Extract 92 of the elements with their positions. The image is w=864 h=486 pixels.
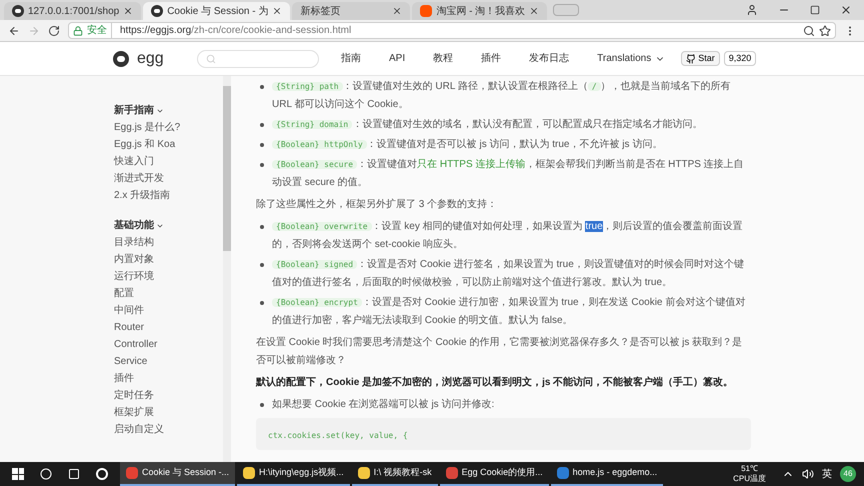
back-icon[interactable] — [8, 24, 20, 36]
star-button[interactable]: Star — [681, 50, 720, 66]
bullet-icon — [260, 143, 264, 147]
paragraph: 除了这些属性之外，框架另外扩展了 3 个参数的支持： — [256, 198, 498, 212]
bullet-icon — [260, 123, 264, 127]
inline-code: {Boolean} httpOnly — [272, 140, 367, 149]
taskbar-app[interactable]: Cookie 与 Session -... — [120, 462, 236, 486]
zoom-icon[interactable] — [803, 24, 815, 36]
sidebar-item[interactable]: Egg.js 是什么? — [114, 119, 223, 136]
inline-code: {Boolean} overwrite — [272, 222, 372, 231]
reload-icon[interactable] — [48, 24, 60, 36]
inline-code: {String} domain — [272, 120, 352, 129]
bullet-icon — [260, 85, 264, 89]
inline-code: {Boolean} signed — [272, 260, 358, 269]
bullet-icon — [260, 163, 264, 167]
sidebar-item[interactable]: Controller — [114, 336, 223, 353]
temperature-label: CPU温度 — [733, 474, 766, 484]
close-icon[interactable] — [392, 6, 402, 16]
browser-tab[interactable]: Cookie 与 Session - 为 — [143, 2, 290, 20]
sidebar-item[interactable]: 渐进式开发 — [114, 170, 223, 187]
lock-icon — [73, 26, 83, 36]
temperature: 51℃ — [741, 464, 758, 474]
nav-link[interactable]: 发布日志 — [529, 51, 570, 66]
sidebar-heading[interactable]: 基础功能 — [114, 217, 223, 234]
sidebar-item[interactable]: 目录结构 — [114, 234, 223, 251]
browser-tab[interactable]: 新标签页 — [292, 2, 410, 20]
list-text: {Boolean} encrypt ：设置是否对 Cookie 进行加密，如果设置为 true，则在发送 Cookie 前会对这个键值对的值进行加密，客户端无法读取到 Cookie 的明文值。默认为 false。 — [272, 296, 746, 328]
close-icon[interactable] — [529, 6, 540, 16]
inline-code: {Boolean} secure — [272, 160, 358, 169]
sidebar-item[interactable]: Service — [114, 353, 223, 370]
close-icon[interactable] — [123, 6, 134, 16]
egg-logo-icon — [113, 50, 129, 66]
sidebar-item[interactable]: 框架扩展 — [114, 404, 223, 421]
nav-link[interactable]: 指南 — [341, 51, 361, 66]
ime-indicator[interactable]: 英 — [822, 466, 832, 482]
sidebar-item[interactable]: 2.x 升级指南 — [114, 187, 223, 204]
inline-code: {String} path — [272, 82, 343, 91]
bullet-icon — [260, 403, 264, 407]
list-text: {Boolean} signed ：设置是否对 Cookie 进行签名，如果设置为 true，则设置键值对的时候会同时对这个键值对的值进行签名，后面取的时候做校验，可以防止前端对这个值进行篡改。默认为 true。 — [272, 258, 745, 290]
translations-menu[interactable]: Translations — [597, 51, 666, 66]
inline-code: {Boolean} encrypt — [272, 298, 362, 307]
egg-logo-icon — [151, 5, 164, 17]
close-icon[interactable] — [840, 4, 852, 16]
taskbar-app[interactable]: home.js - eggdemo... — [550, 462, 664, 486]
browser-tab[interactable]: 127.0.0.1:7001/shop — [4, 2, 142, 20]
volume-icon[interactable] — [802, 468, 814, 480]
list-text: {Boolean} secure ：设置键值对只在 HTTPS 连接上传输，框架会帮我们判断当前是否在 HTTPS 连接上自动设置 secure 的值。 — [272, 158, 745, 190]
task-view-icon[interactable] — [68, 468, 80, 480]
close-icon[interactable] — [272, 6, 282, 16]
nav-link[interactable]: 教程 — [433, 51, 454, 66]
search-field[interactable] — [197, 50, 319, 68]
sidebar-item[interactable]: 运行环境 — [114, 268, 223, 285]
egg-logo-icon — [12, 5, 24, 17]
maximize-icon[interactable] — [810, 5, 820, 15]
sidebar-item[interactable]: 内置对象 — [114, 251, 223, 268]
sidebar-item[interactable]: 配置 — [114, 285, 223, 302]
url-text: https://eggjs.org/zh-cn/core/cookie-and-session.html — [120, 24, 352, 38]
address-bar[interactable]: 安全 https://eggjs.org/zh-cn/core/cookie-and-session.html — [68, 22, 836, 39]
sidebar-item[interactable]: 定时任务 — [114, 387, 223, 404]
sidebar-item[interactable]: 插件 — [114, 370, 223, 387]
code-block: ctx.cookies.set(key, value, { — [256, 418, 751, 450]
list-text: {Boolean} overwrite ：设置 key 相同的键值对如何处理，如果设置为 true，则后设置的值会覆盖前面设置的，否则将会发送两个 set-cookie 响应头。 — [272, 220, 744, 252]
list-text: {Boolean} httpOnly ：设置键值对是否可以被 js 访问，默认为 true，不允许被 js 访问。 — [272, 136, 662, 154]
list-text: {String} path ：设置键值对生效的 URL 路径，默认设置在根路径上（ / ），也就是当前域名下的所有 URL 都可以访问这个 Cookie。 — [272, 80, 732, 112]
list-text: {String} domain ：设置键值对生效的域名，默认没有配置，可以配置成只在指定域名才能访问。 — [272, 116, 702, 134]
taskbar-app[interactable]: H:\itying\egg.js视频... — [237, 462, 350, 486]
inline-code: / — [588, 82, 601, 91]
sidebar-heading[interactable]: 新手指南 — [114, 102, 223, 119]
browser-tab[interactable]: 淘宝网 - 淘！我喜欢 — [412, 2, 548, 20]
profile-icon[interactable] — [746, 4, 758, 16]
bullet-icon — [260, 225, 264, 229]
sidebar-item[interactable]: 快速入门 — [114, 153, 223, 170]
list-text: 如果想要 Cookie 在浏览器端可以被 js 访问并修改: — [272, 398, 494, 412]
nav-link[interactable]: API — [389, 51, 406, 66]
nav-link[interactable]: 插件 — [481, 51, 502, 66]
bookmark-icon[interactable] — [819, 24, 831, 36]
bold-paragraph: 默认的配置下，Cookie 是加签不加密的，浏览器可以看到明文，js 不能访问，不能被客户端（手工）篡改。 — [256, 375, 734, 390]
bullet-icon — [260, 301, 264, 305]
sidebar-item[interactable]: Router — [114, 319, 223, 336]
star-count: 9,320 — [724, 50, 756, 66]
taskbar-app[interactable]: Egg Cookie的使用... — [440, 462, 549, 486]
paragraph: 在设置 Cookie 时我们需要思考清楚这个 Cookie 的作用，它需要被浏览器保存多久？是否可以被 js 获取到？是否可以被前端修改？ — [256, 336, 744, 368]
taskbar-app[interactable]: I:\ 视频教程-sk — [352, 462, 438, 486]
windows-icon[interactable] — [12, 468, 24, 480]
sidebar-item[interactable]: 启动自定义 — [114, 421, 223, 438]
bullet-icon — [260, 263, 264, 267]
sidebar-item[interactable]: 中间件 — [114, 302, 223, 319]
secure-label: 安全 — [87, 23, 112, 38]
github-icon — [686, 54, 696, 64]
site-logo[interactable]: egg — [137, 46, 197, 70]
scrollbar-thumb[interactable] — [223, 86, 231, 251]
sidebar-item[interactable]: Egg.js 和 Koa — [114, 136, 223, 153]
